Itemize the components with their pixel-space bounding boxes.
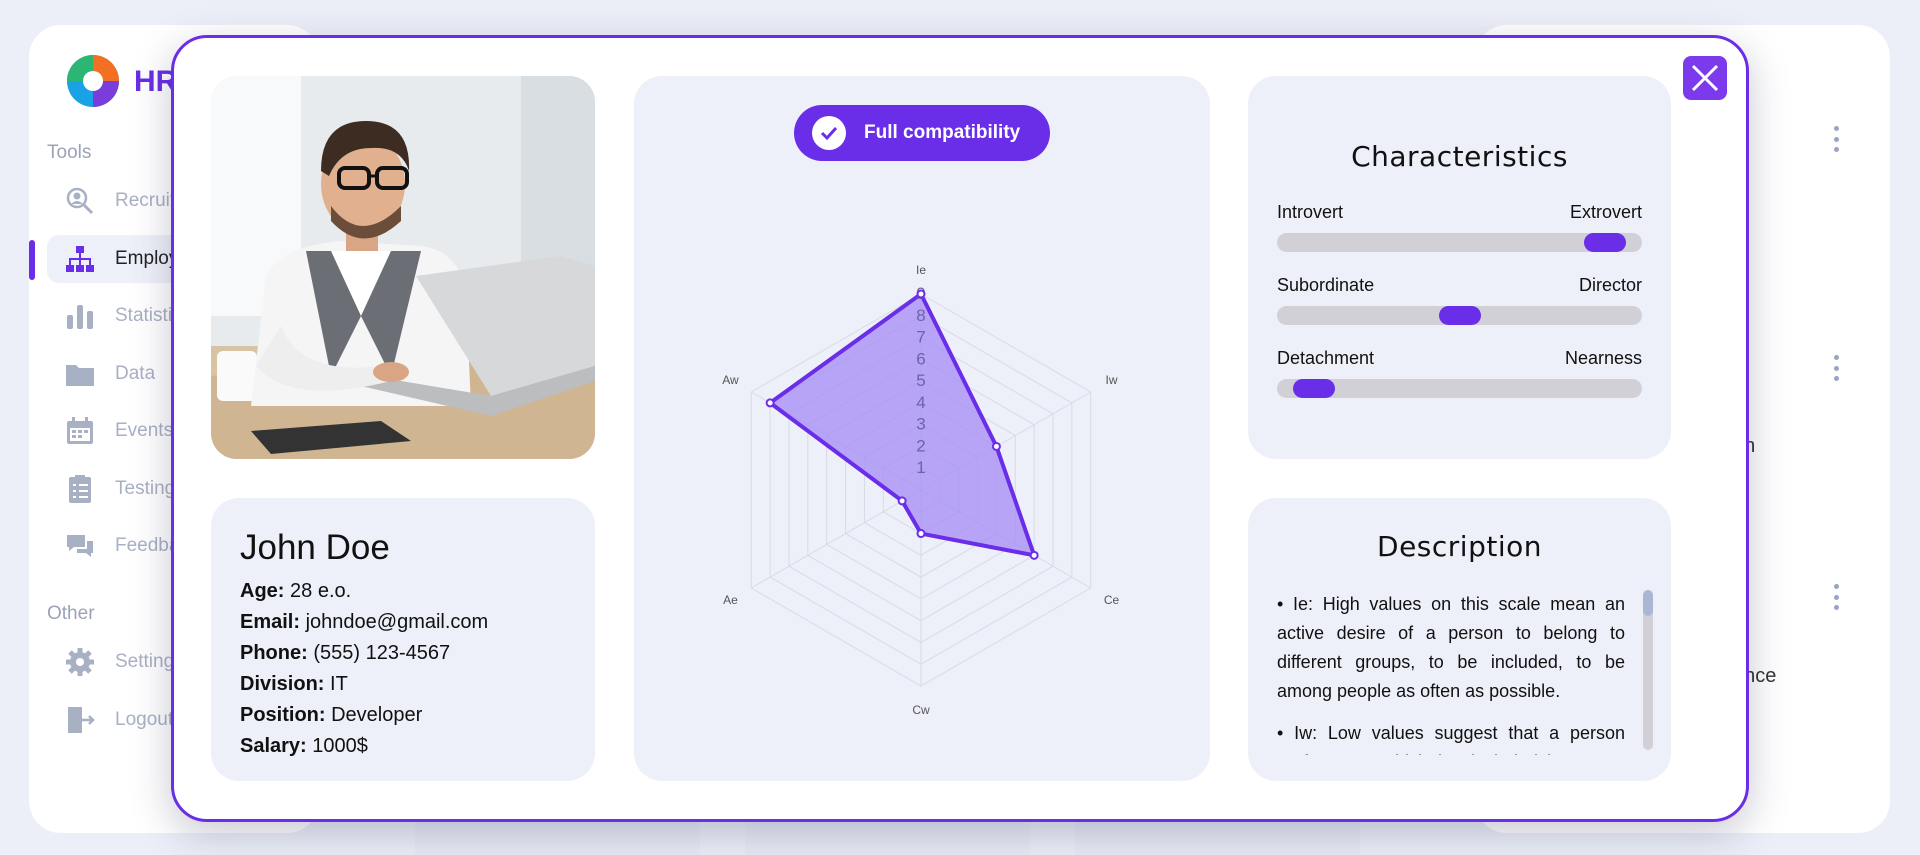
radar-axis-label: Cw: [912, 703, 930, 717]
radar-scale-label: 1: [916, 458, 925, 477]
division-row: Division: IT: [240, 669, 488, 700]
background-strip: [415, 820, 700, 855]
description-title: Description: [1377, 530, 1542, 563]
more-menu-icon[interactable]: [1832, 584, 1840, 610]
section-title-other: Other: [47, 603, 95, 624]
field-label: Position:: [240, 704, 326, 726]
email-row: Email: johndoe@gmail.com: [240, 607, 488, 638]
radar-chart: 123456789IeIwCeCwAeAw: [722, 263, 1120, 717]
description-scrollbar[interactable]: [1643, 590, 1653, 750]
field-value: 1000$: [312, 735, 368, 757]
field-value: Developer: [331, 704, 423, 726]
phone-row: Phone: (555) 123-4567: [240, 638, 488, 669]
close-button[interactable]: [1683, 56, 1727, 100]
badge-label: Full compatibility: [864, 122, 1021, 143]
description-paragraph: • Iw: Low values suggest that a person p…: [1277, 723, 1625, 755]
radar-axis-label: Iw: [1106, 373, 1118, 387]
clipboard-icon: [69, 475, 91, 503]
characteristics-card: Characteristics Introvert Extrovert Subo…: [1248, 76, 1671, 459]
more-menu-icon[interactable]: [1832, 355, 1840, 381]
field-label: Age:: [240, 580, 285, 602]
logout-icon: [68, 707, 95, 733]
slider-thumb: [1438, 306, 1481, 325]
background-strip: [1075, 820, 1360, 855]
field-label: Email:: [240, 611, 301, 633]
calendar-icon: [67, 417, 93, 444]
slider-min-label: Subordinate: [1277, 275, 1375, 295]
section-title-tools: Tools: [47, 142, 92, 163]
scrollbar-thumb[interactable]: [1643, 590, 1653, 616]
radar-series-area: [768, 292, 1037, 558]
field-value: 28 e.o.: [290, 580, 352, 602]
slider-max-label: Director: [1578, 275, 1642, 295]
logo-icon: [67, 55, 119, 107]
active-indicator: [29, 240, 35, 280]
field-label: Phone:: [240, 642, 308, 664]
person-search-icon: [66, 187, 94, 215]
check-icon: [812, 116, 846, 150]
age-row: Age: 28 e.o.: [240, 576, 488, 607]
characteristics-title: Characteristics: [1351, 140, 1568, 173]
slider-max-label: Nearness: [1564, 348, 1642, 368]
radar-scale-label: 2: [916, 436, 925, 455]
radar-data-point: [916, 529, 926, 539]
slider-min-label: Detachment: [1277, 348, 1375, 368]
slider-thumb: [1583, 233, 1626, 252]
field-value: (555) 123-4567: [313, 642, 451, 664]
radar-axis-label: Aw: [722, 373, 739, 387]
radar-axis-label: Ae: [723, 593, 738, 607]
sidebar-item-label: Testing: [115, 478, 176, 499]
gear-icon: [66, 648, 94, 676]
employee-details: Age: 28 e.o. Email: johndoe@gmail.com Ph…: [240, 576, 488, 762]
radar-scale-label: 3: [916, 415, 925, 434]
sidebar-item-label: Events: [115, 420, 174, 441]
slider-subordinate-director: [1277, 306, 1642, 325]
field-label: Division:: [240, 673, 325, 695]
radar-spoke: [751, 489, 922, 589]
description-paragraph: • Ie: High values on this scale mean an …: [1277, 594, 1625, 701]
salary-row: Salary: 1000$: [240, 731, 488, 762]
radar-data-point: [765, 398, 775, 408]
slider-min-label: Introvert: [1277, 202, 1344, 222]
radar-scale-label: 8: [916, 306, 925, 325]
org-chart-icon: [66, 246, 94, 272]
chat-icon: [67, 535, 93, 557]
radar-scale-label: 6: [916, 349, 925, 368]
slider-labels: Introvert Extrovert: [1277, 202, 1642, 223]
compatibility-badge: Full compatibility: [794, 105, 1050, 161]
description-card: Description • Ie: High values on this sc…: [1248, 498, 1671, 781]
background-strip: [745, 820, 1030, 855]
radar-data-point: [1029, 550, 1039, 560]
radar-scale-label: 5: [916, 371, 925, 390]
position-row: Position: Developer: [240, 700, 488, 731]
slider-labels: Detachment Nearness: [1277, 348, 1642, 369]
sidebar-item-label: Logout: [115, 709, 174, 730]
field-value: johndoe@gmail.com: [305, 611, 489, 633]
radar-scale-label: 7: [916, 328, 925, 347]
employee-name: John Doe: [240, 528, 390, 567]
field-value: IT: [330, 673, 348, 695]
employee-photo: [211, 76, 595, 459]
field-label: Salary:: [240, 735, 307, 757]
bar-chart-icon: [67, 305, 93, 329]
slider-introvert-extrovert: [1277, 233, 1642, 252]
slider-detachment-nearness: [1277, 379, 1642, 398]
radar-data-point: [991, 441, 1001, 451]
slider-labels: Subordinate Director: [1277, 275, 1642, 296]
employee-info-card: John Doe Age: 28 e.o. Email: johndoe@gma…: [211, 498, 595, 781]
more-menu-icon[interactable]: [1832, 126, 1840, 152]
radar-scale-label: 4: [916, 393, 925, 412]
radar-axis-label: Ce: [1104, 593, 1120, 607]
compatibility-chart-card: 123456789IeIwCeCwAeAw Full compatibility: [634, 76, 1210, 781]
folder-icon: [66, 365, 94, 386]
slider-thumb: [1293, 379, 1336, 398]
radar-axis-label: Ie: [916, 263, 926, 277]
radar-data-point: [916, 289, 926, 299]
slider-max-label: Extrovert: [1569, 202, 1642, 222]
sidebar-item-label: Data: [115, 363, 156, 384]
description-text: • Ie: High values on this scale mean an …: [1277, 590, 1625, 755]
close-icon: [1691, 64, 1719, 92]
radar-data-point: [897, 496, 907, 506]
